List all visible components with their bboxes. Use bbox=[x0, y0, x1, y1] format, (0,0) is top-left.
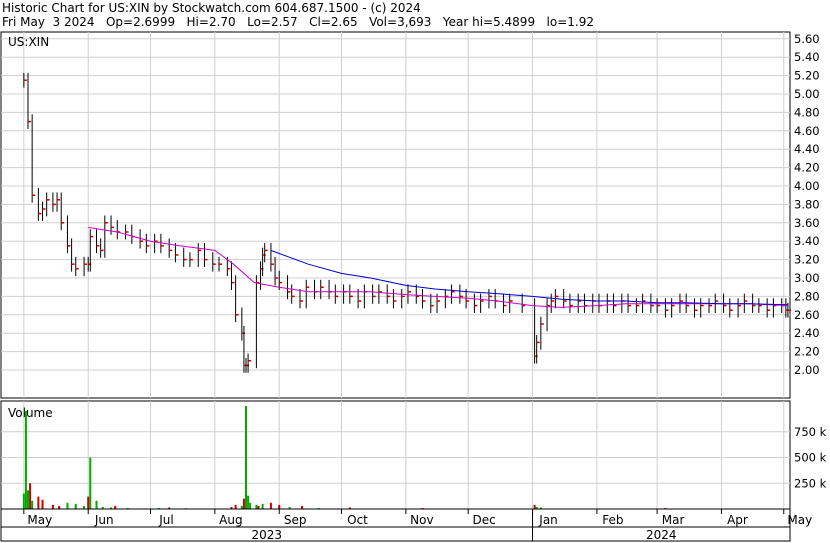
price-tick-label: 3.00 bbox=[794, 271, 820, 285]
volume-bar bbox=[278, 504, 281, 509]
price-tick-label: 4.80 bbox=[794, 105, 820, 119]
month-label: Aug bbox=[219, 513, 242, 527]
price-tick-label: 2.60 bbox=[794, 308, 820, 322]
price-tick-label: 2.00 bbox=[794, 363, 820, 377]
volume-bar bbox=[89, 457, 92, 509]
volume-bar bbox=[87, 496, 90, 509]
month-label: Nov bbox=[410, 513, 433, 527]
month-label: Dec bbox=[473, 513, 496, 527]
volume-bar bbox=[247, 495, 250, 509]
volume-bar bbox=[255, 504, 258, 509]
price-tick-label: 3.40 bbox=[794, 234, 820, 248]
volume-bar bbox=[24, 411, 27, 509]
volume-bar bbox=[74, 503, 77, 509]
volume-bar bbox=[242, 498, 245, 509]
month-label: Apr bbox=[727, 513, 748, 527]
volume-panel-frame bbox=[0, 400, 791, 510]
price-tick-label: 5.20 bbox=[794, 69, 820, 83]
volume-bar bbox=[245, 406, 248, 509]
price-tick-label: 2.80 bbox=[794, 289, 820, 303]
volume-bar bbox=[29, 483, 32, 509]
volume-panel-title: Volume bbox=[8, 406, 53, 420]
month-label: Jan bbox=[538, 513, 558, 527]
x-axis: May Jun Jul Aug Sep Oct Nov Dec Jan Feb Mar Apr May 2… bbox=[0, 508, 812, 542]
price-tick-label: 5.40 bbox=[794, 50, 820, 64]
volume-tick-label: 250 k bbox=[794, 476, 827, 490]
volume-bar bbox=[533, 504, 536, 509]
price-tick-label: 4.40 bbox=[794, 142, 820, 156]
month-label: Sep bbox=[284, 513, 307, 527]
volume-bar bbox=[249, 502, 252, 509]
month-label: Feb bbox=[602, 513, 623, 527]
month-label: May bbox=[787, 513, 812, 527]
volume-bar bbox=[26, 490, 29, 509]
price-tick-label: 2.20 bbox=[794, 345, 820, 359]
price-panel-frame bbox=[0, 31, 791, 399]
price-tick-label: 3.60 bbox=[794, 216, 820, 230]
stock-chart: 5.60 5.40 5.20 5.00 4.80 4.60 4.40 4.20 4.00 3.80… bbox=[0, 31, 827, 542]
chart-window: Historic Chart for US:XIN by Stockwatch.… bbox=[0, 0, 830, 543]
month-label: Jun bbox=[94, 513, 114, 527]
volume-bar bbox=[234, 504, 237, 509]
month-label: May bbox=[27, 513, 52, 527]
price-panel-title: US:XIN bbox=[8, 35, 49, 49]
month-label: Oct bbox=[347, 513, 368, 527]
price-tick-label: 2.40 bbox=[794, 326, 820, 340]
year-label: 2024 bbox=[646, 528, 677, 542]
price-tick-label: 4.20 bbox=[794, 161, 820, 175]
price-y-axis: 5.60 5.40 5.20 5.00 4.80 4.60 4.40 4.20 4.00 3.80… bbox=[794, 32, 820, 377]
volume-bar bbox=[41, 499, 44, 509]
volume-y-axis: 750 k 500 k 250 k bbox=[794, 425, 827, 491]
volume-bar bbox=[51, 504, 54, 509]
volume-bar bbox=[261, 503, 264, 509]
month-label: Jul bbox=[158, 513, 173, 527]
price-tick-label: 5.00 bbox=[794, 87, 820, 101]
year-label: 2023 bbox=[251, 528, 282, 542]
price-tick-label: 4.60 bbox=[794, 124, 820, 138]
price-tick-label: 3.20 bbox=[794, 253, 820, 267]
volume-bar bbox=[95, 500, 98, 509]
month-label: Mar bbox=[662, 513, 685, 527]
volume-tick-label: 750 k bbox=[794, 425, 827, 439]
volume-bar bbox=[269, 502, 272, 509]
volume-tick-label: 500 k bbox=[794, 451, 827, 465]
price-tick-label: 5.60 bbox=[794, 32, 820, 46]
volume-bar bbox=[37, 496, 40, 509]
volume-bar bbox=[31, 500, 34, 509]
price-tick-label: 3.80 bbox=[794, 197, 820, 211]
price-tick-label: 4.00 bbox=[794, 179, 820, 193]
volume-bar bbox=[22, 493, 25, 509]
volume-bar bbox=[66, 502, 69, 509]
